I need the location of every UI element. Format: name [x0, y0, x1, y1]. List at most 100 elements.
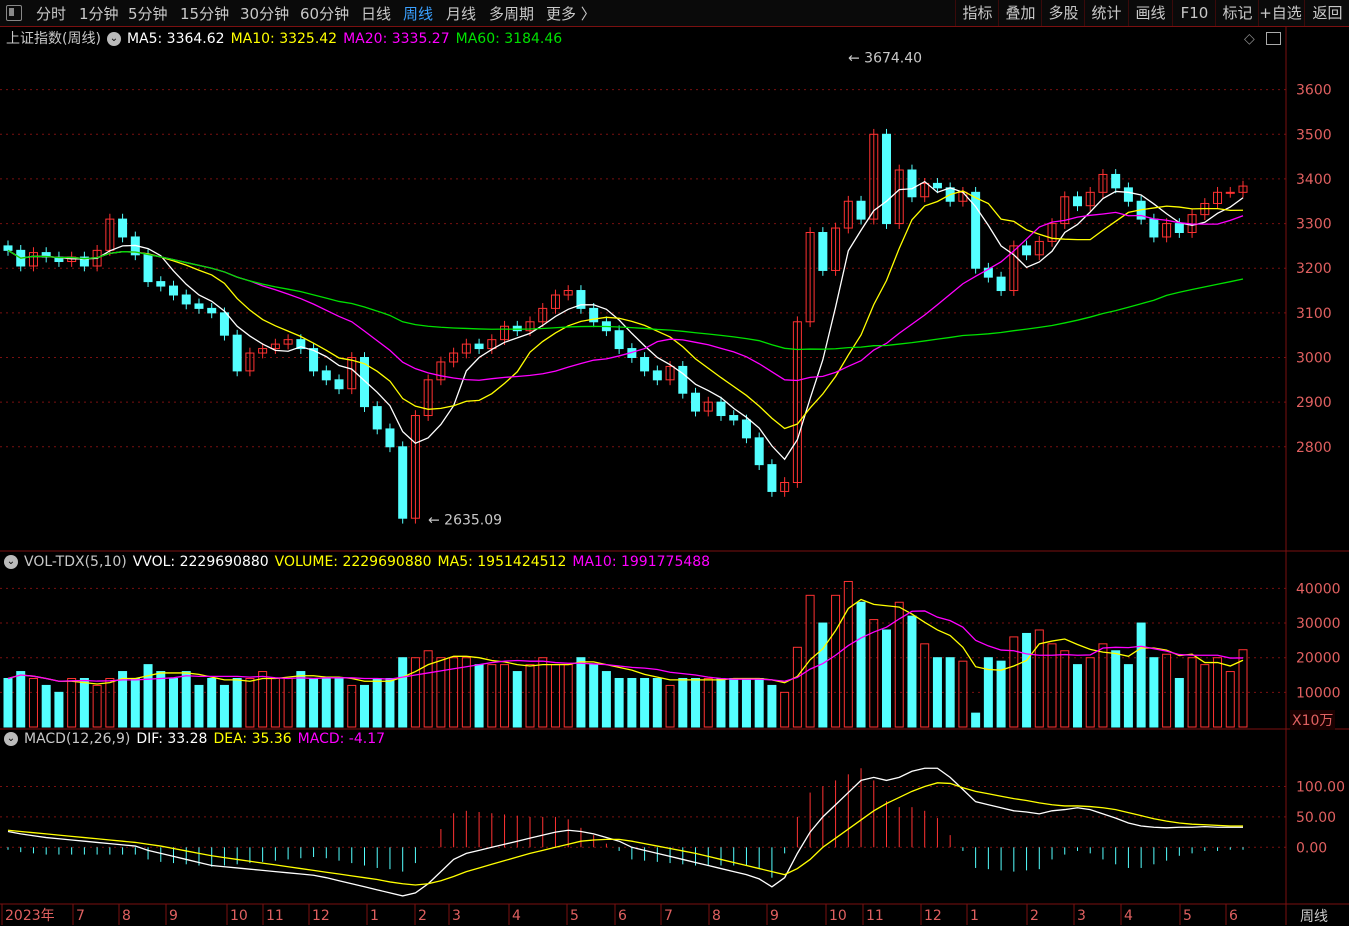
volume-bar: [398, 657, 408, 728]
volume-bar: [92, 684, 102, 728]
volume-bar: [54, 691, 64, 728]
volume-bar: [207, 677, 217, 728]
volume-bar: [741, 677, 751, 728]
volume-bar: [487, 664, 497, 728]
x-tick-label: 12: [312, 908, 330, 924]
vol-ma5-line: [7, 598, 1244, 685]
candle-body: [3, 245, 13, 251]
x-tick-label: 3: [452, 908, 461, 924]
volume-bar: [627, 677, 637, 728]
volume-bar: [1072, 664, 1082, 728]
y-tick-label: 30000: [1296, 616, 1341, 632]
vol-unit-label: X10万: [1290, 710, 1336, 730]
candle-body: [716, 401, 726, 417]
volume-bar: [1225, 671, 1235, 728]
candle-body: [640, 357, 650, 372]
volume-bar: [79, 677, 89, 728]
candle-body: [729, 415, 739, 421]
high-annotation: ← 3674.40: [848, 50, 922, 66]
volume-bar: [245, 677, 255, 728]
volume-bar: [232, 677, 242, 728]
volume-bar: [716, 677, 726, 728]
candle-body: [169, 285, 179, 296]
candle-body: [143, 254, 153, 283]
volume-bar: [385, 677, 395, 728]
volume-bar: [983, 657, 993, 728]
candle-body: [882, 133, 892, 225]
volume-bar: [652, 677, 662, 728]
volume-bar: [843, 580, 853, 728]
volume-bar: [143, 664, 153, 728]
volume-bar: [665, 684, 675, 728]
candle-body: [194, 303, 204, 309]
volume-bar: [1022, 632, 1032, 728]
x-tick-label: 9: [770, 908, 779, 924]
y-tick-label: 100.00: [1296, 779, 1345, 795]
volume-bar: [258, 671, 268, 728]
volume-bar: [856, 601, 866, 728]
stock-chart[interactable]: 2800 2900 3000 3100 3200 3300 3400 3500 3600 ← 36…: [0, 0, 1349, 925]
volume-bar: [729, 677, 739, 728]
candle-body: [1022, 245, 1032, 256]
volume-bar: [958, 660, 968, 728]
candle-body: [181, 294, 191, 305]
x-tick-label: 2: [418, 908, 427, 924]
candle-body: [741, 419, 751, 439]
volume-bar: [1123, 664, 1133, 728]
volume-bar: [41, 684, 51, 728]
x-tick-label: 4: [1124, 908, 1133, 924]
volume-bar: [932, 657, 942, 728]
volume-bar: [28, 677, 38, 728]
volume-bar: [1200, 664, 1210, 728]
volume-bar: [563, 664, 573, 728]
volume-bar: [194, 684, 204, 728]
y-tick-label: 3600: [1296, 83, 1332, 99]
x-tick-label: 8: [122, 908, 131, 924]
volume-bar: [678, 677, 688, 728]
volume-bar: [996, 660, 1006, 728]
volume-bar: [283, 677, 293, 728]
volume-bar: [1098, 643, 1108, 728]
volume-bar: [296, 671, 306, 728]
volume-bar: [640, 677, 650, 728]
volume-bar: [1136, 622, 1146, 728]
volume-bar: [920, 643, 930, 728]
volume-bar: [67, 677, 77, 728]
volume-bar: [105, 677, 115, 728]
y-tick-label: 3300: [1296, 217, 1332, 233]
volume-bar: [767, 684, 777, 728]
candle-body: [818, 232, 828, 271]
volume-bar: [1149, 657, 1159, 728]
volume-bar: [971, 712, 981, 728]
x-tick-label: 6: [1229, 908, 1238, 924]
low-annotation: ← 2635.09: [428, 512, 502, 528]
ma20-line: [7, 211, 1244, 382]
volume-bar: [614, 677, 624, 728]
candle-body: [232, 334, 242, 372]
x-tick-label: 7: [76, 908, 85, 924]
candle-body: [678, 365, 688, 394]
candle-body: [932, 182, 942, 189]
volume-bar: [754, 677, 764, 728]
candle-body: [767, 464, 777, 492]
volume-bar: [550, 664, 560, 728]
volume-bar: [500, 664, 510, 728]
x-tick-label: 11: [866, 908, 884, 924]
y-tick-label: 3400: [1296, 172, 1332, 188]
volume-bar: [945, 657, 955, 728]
volume-bar: [474, 664, 484, 728]
candle-body: [385, 428, 395, 448]
x-tick-label: 5: [570, 908, 579, 924]
candle-body: [321, 370, 331, 381]
volume-bar: [16, 671, 26, 728]
y-tick-label: 50.00: [1296, 810, 1336, 826]
y-tick-label: 3500: [1296, 127, 1332, 143]
candle-body: [156, 281, 166, 287]
volume-bar: [169, 677, 179, 728]
volume-bar: [831, 594, 841, 728]
x-tick-label: 6: [618, 908, 627, 924]
volume-bar: [347, 684, 357, 728]
volume-bar: [309, 677, 319, 728]
candle-body: [1111, 173, 1121, 189]
x-tick-label: 7: [664, 908, 673, 924]
